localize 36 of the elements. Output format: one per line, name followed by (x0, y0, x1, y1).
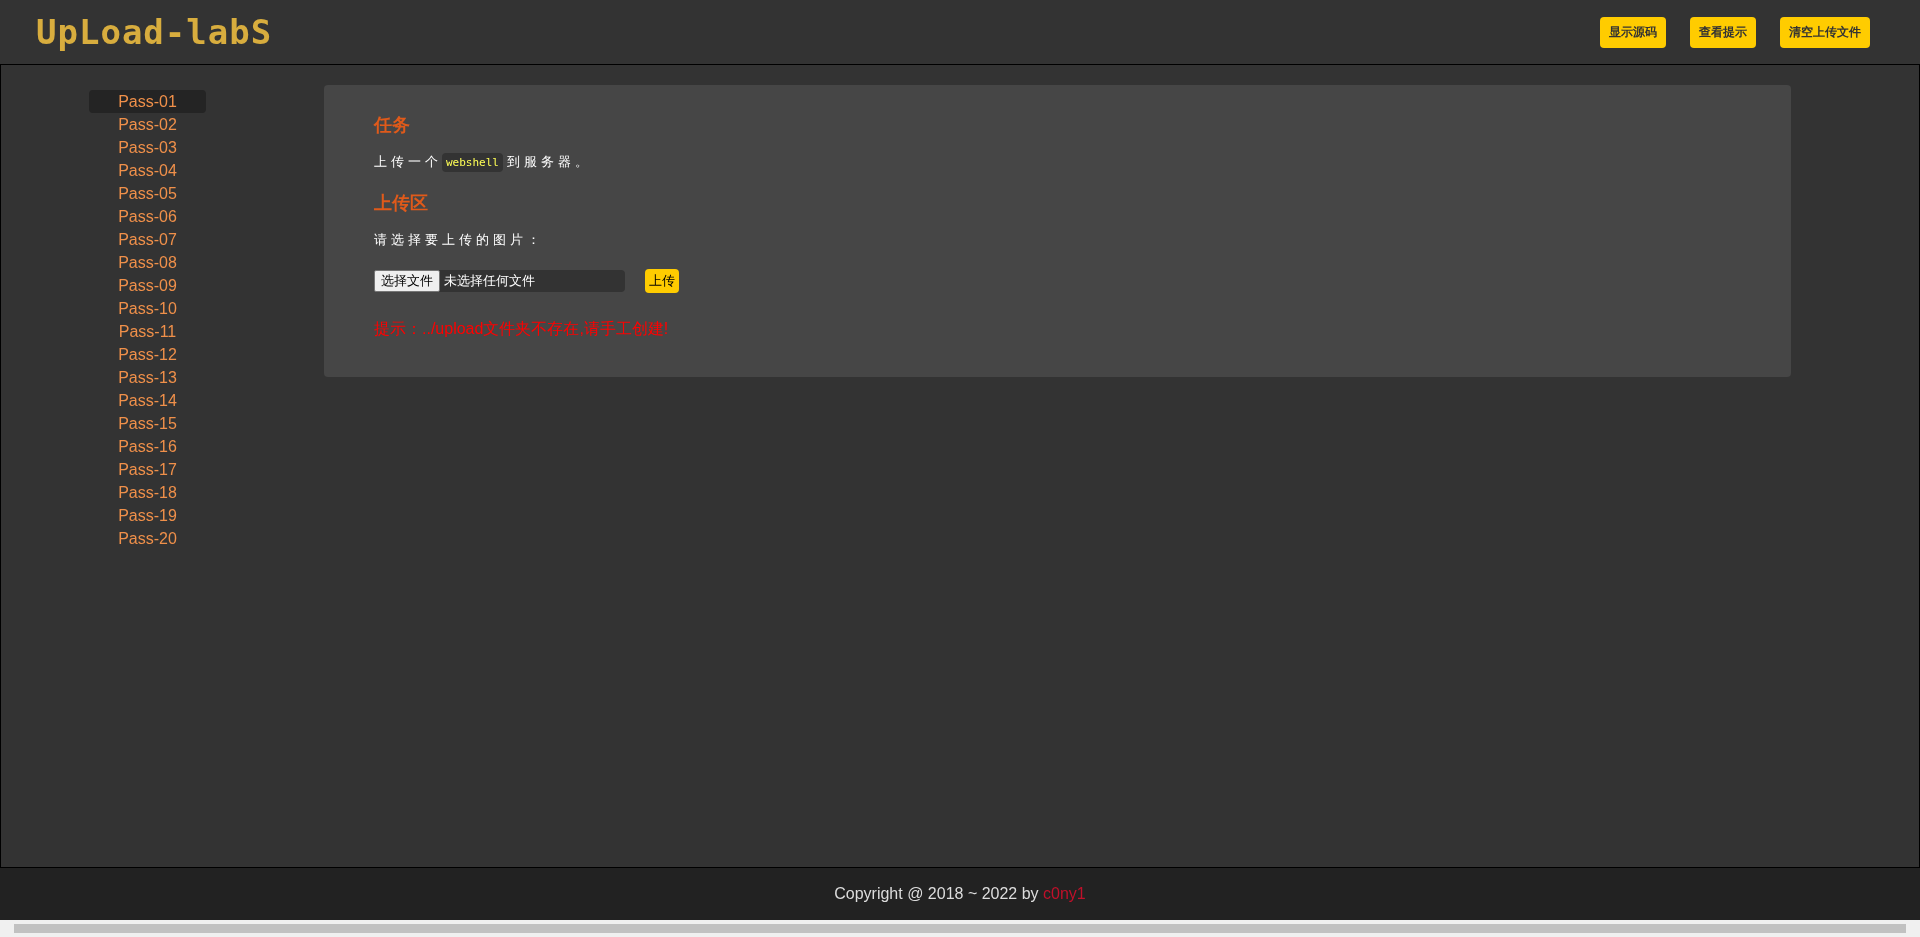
level-link[interactable]: Pass-16 (89, 435, 206, 458)
file-input[interactable]: 选择文件 未选择任何文件 (374, 270, 625, 292)
section-heading: 上传区 (374, 192, 429, 215)
level-link[interactable]: Pass-19 (89, 504, 206, 527)
tip-text: 提示：../upload文件夹不存在,请手工创建! (374, 319, 670, 339)
level-link[interactable]: Pass-11 (89, 320, 206, 343)
level-link[interactable]: Pass-20 (89, 527, 206, 550)
level-link[interactable]: Pass-10 (89, 297, 206, 320)
scrollbar[interactable] (0, 920, 1920, 937)
level-link[interactable]: Pass-14 (89, 389, 206, 412)
file-status-text: 未选择任何文件 (444, 272, 535, 290)
level-link[interactable]: Pass-06 (89, 205, 206, 228)
level-link[interactable]: Pass-09 (89, 274, 206, 297)
level-link[interactable]: Pass-08 (89, 251, 206, 274)
level-link[interactable]: Pass-02 (89, 113, 206, 136)
level-link[interactable]: Pass-01 (89, 90, 206, 113)
level-link[interactable]: Pass-03 (89, 136, 206, 159)
level-link[interactable]: Pass-17 (89, 458, 206, 481)
level-link[interactable]: Pass-04 (89, 159, 206, 182)
level-link[interactable]: Pass-05 (89, 182, 206, 205)
level-link[interactable]: Pass-13 (89, 366, 206, 389)
footer-text: Copyright @ 2018 ~ 2022 by c0ny1 (0, 868, 1920, 920)
section-heading: 任务 (374, 114, 411, 137)
level-link[interactable]: Pass-07 (89, 228, 206, 251)
prompt-text: 请选择要上传的图片： (374, 231, 545, 249)
logo: UpLoad-labS (36, 12, 273, 52)
level-link[interactable]: Pass-18 (89, 481, 206, 504)
level-link[interactable]: Pass-15 (89, 412, 206, 435)
header-button[interactable]: 查看提示 (1690, 16, 1756, 48)
header-button[interactable]: 显示源码 (1600, 16, 1666, 48)
header-button[interactable]: 清空上传文件 (1780, 16, 1870, 48)
code-snippet: webshell (442, 153, 503, 172)
task-text: 上传一个 webshell 到服务器。 (374, 153, 1741, 171)
choose-file-button[interactable]: 选择文件 (374, 270, 440, 292)
upload-button[interactable]: 上传 (645, 269, 679, 293)
level-link[interactable]: Pass-12 (89, 343, 206, 366)
